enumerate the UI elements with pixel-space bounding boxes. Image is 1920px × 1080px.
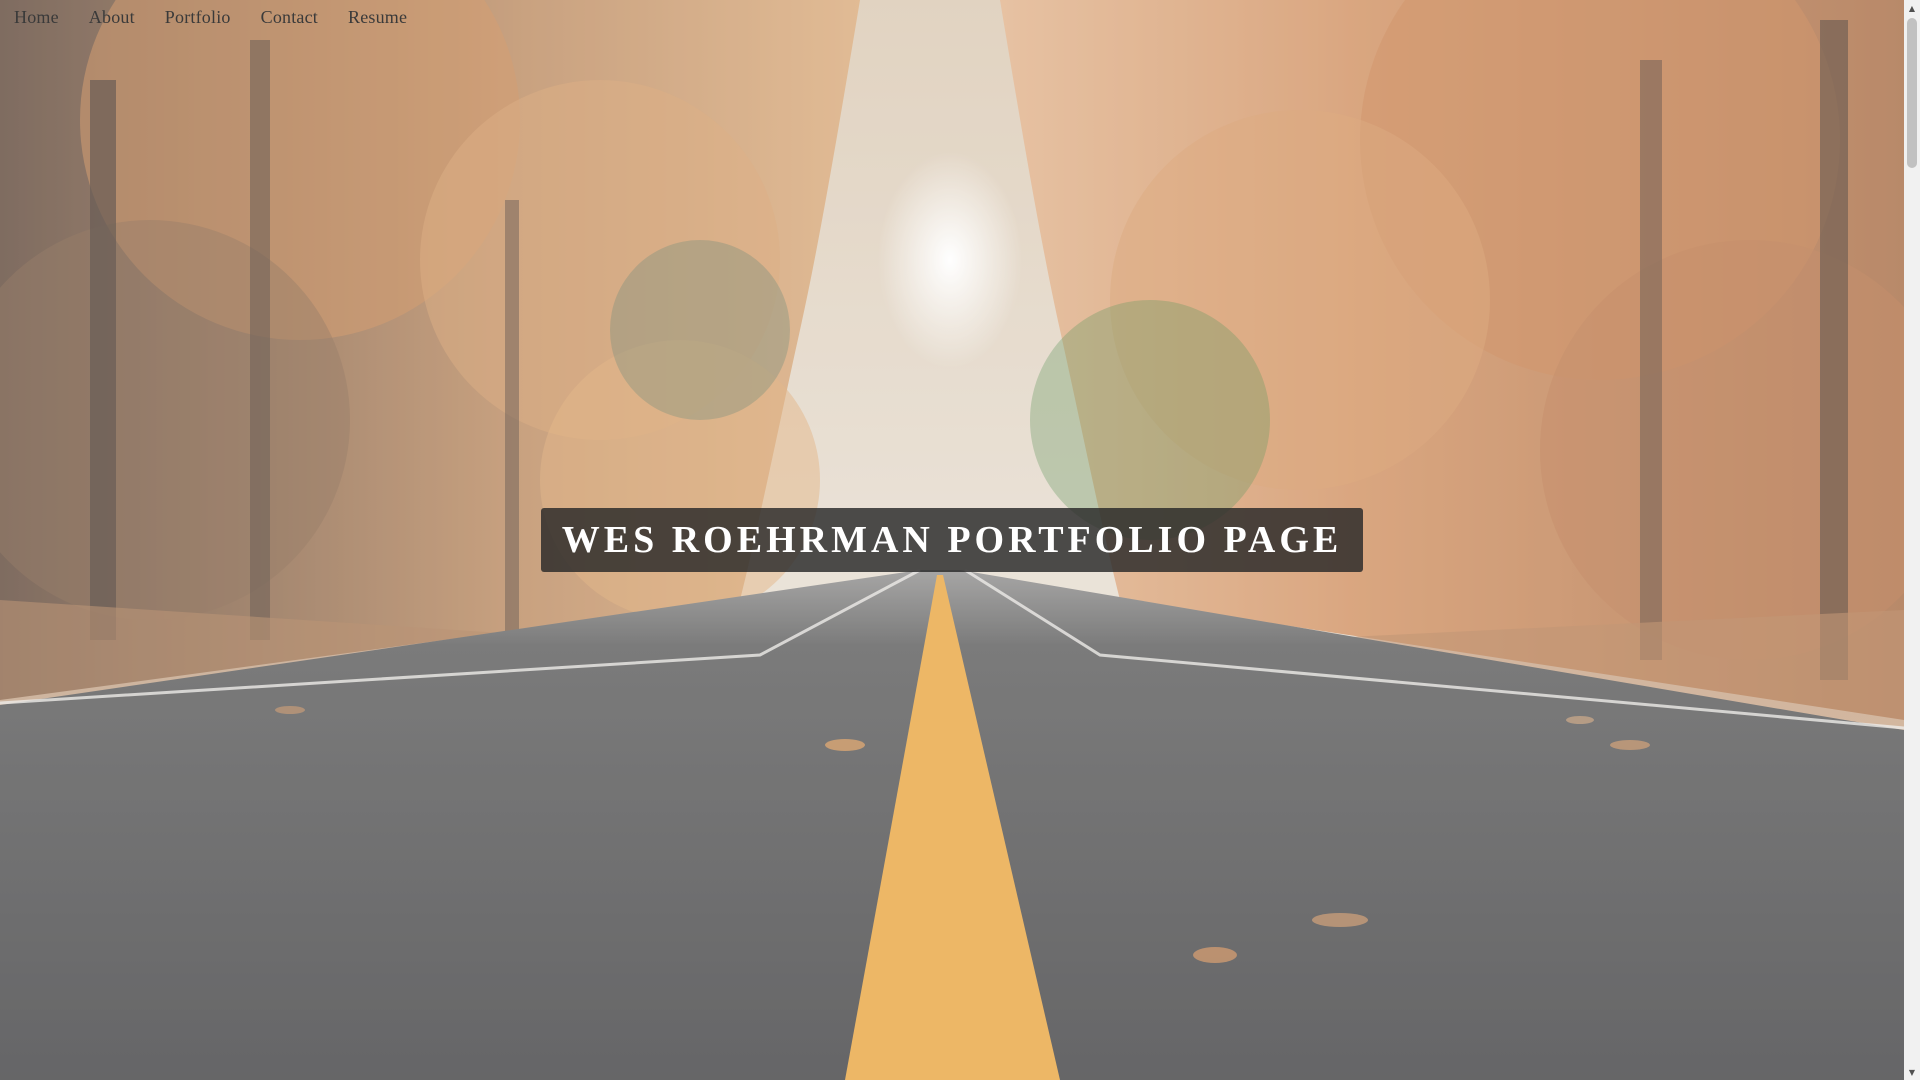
top-nav: Home About Portfolio Contact Resume xyxy=(0,0,437,34)
hero-title: WES ROEHRMAN PORTFOLIO PAGE xyxy=(561,519,1343,561)
page: Home About Portfolio Contact Resume WES … xyxy=(0,0,1920,1080)
nav-link-portfolio[interactable]: Portfolio xyxy=(165,7,231,28)
nav-link-resume[interactable]: Resume xyxy=(348,7,407,28)
nav-link-about[interactable]: About xyxy=(89,7,135,28)
scroll-down-icon[interactable]: ▼ xyxy=(1904,1064,1920,1080)
nav-link-contact[interactable]: Contact xyxy=(261,7,318,28)
hero-title-banner: WES ROEHRMAN PORTFOLIO PAGE xyxy=(541,508,1363,572)
vertical-scrollbar[interactable]: ▲ ▼ xyxy=(1904,0,1920,1080)
scrollbar-thumb[interactable] xyxy=(1907,18,1917,168)
scroll-up-icon[interactable]: ▲ xyxy=(1904,0,1920,16)
nav-link-home[interactable]: Home xyxy=(14,7,59,28)
